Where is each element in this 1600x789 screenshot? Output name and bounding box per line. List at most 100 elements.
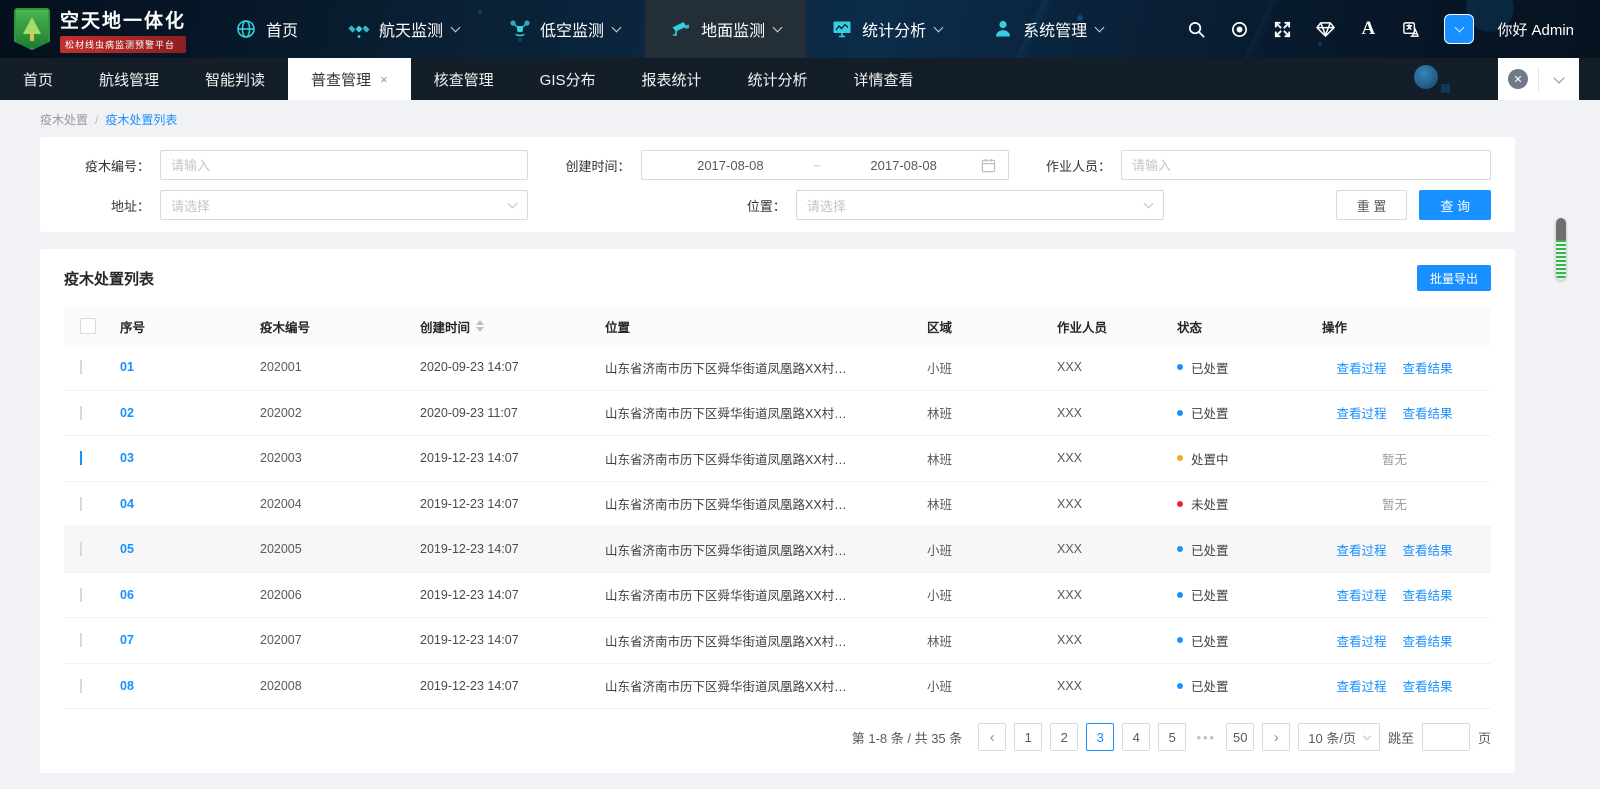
view-process-link[interactable]: 查看过程 xyxy=(1336,540,1386,559)
tab-4[interactable]: 普查管理× xyxy=(288,58,411,100)
user-avatar-button[interactable] xyxy=(1444,14,1474,44)
gem-icon[interactable] xyxy=(1315,19,1335,39)
row-checkbox[interactable] xyxy=(80,451,82,465)
page-button-1[interactable]: 1 xyxy=(1014,723,1042,751)
view-process-link[interactable]: 查看过程 xyxy=(1336,585,1386,604)
chevron-down-icon xyxy=(934,22,944,32)
row-checkbox[interactable] xyxy=(80,542,82,556)
seq-link[interactable]: 03 xyxy=(120,451,134,465)
reset-button[interactable]: 重 置 xyxy=(1336,190,1408,220)
row-actions: 查看过程查看结果 xyxy=(1322,676,1491,695)
filter-panel: 疫木编号： 创建时间： 2017-08-08 ~ 2017-08-08 作业人员… xyxy=(40,137,1515,232)
tab-3[interactable]: 智能判读 xyxy=(182,58,288,100)
location-cell: 山东省济南市历下区舜华街道凤凰路XX村… xyxy=(605,585,927,604)
chevron-down-icon xyxy=(1454,22,1464,32)
operator-cell: XXX xyxy=(1057,451,1177,465)
page-size-select[interactable]: 10 条/页 xyxy=(1298,723,1380,751)
row-checkbox[interactable] xyxy=(80,497,82,511)
tab-2[interactable]: 航线管理 xyxy=(76,58,182,100)
tab-close-icon[interactable]: × xyxy=(380,73,388,86)
checkbox-cell xyxy=(64,360,120,374)
search-button[interactable]: 查 询 xyxy=(1419,190,1491,220)
view-result-link[interactable]: 查看结果 xyxy=(1403,403,1453,422)
nav-item-label: 航天监测 xyxy=(379,17,443,41)
position-select[interactable]: 请选择 xyxy=(796,190,1164,220)
jump-page-input[interactable] xyxy=(1422,723,1470,751)
time-cell: 2020-09-23 14:07 xyxy=(420,360,605,374)
code-input-wrap xyxy=(160,150,528,180)
view-result-link[interactable]: 查看结果 xyxy=(1403,585,1453,604)
translate-icon[interactable] xyxy=(1401,19,1421,39)
tab-label: 智能判读 xyxy=(205,69,265,90)
seq-link[interactable]: 07 xyxy=(120,633,134,647)
next-page-button[interactable]: › xyxy=(1262,723,1290,751)
tab-1[interactable]: 首页 xyxy=(0,58,76,100)
page-button-4[interactable]: 4 xyxy=(1122,723,1150,751)
code-input[interactable] xyxy=(171,158,517,173)
search-icon[interactable] xyxy=(1186,19,1206,39)
address-select[interactable]: 请选择 xyxy=(160,190,528,220)
row-checkbox[interactable] xyxy=(80,360,82,374)
seq-link[interactable]: 04 xyxy=(120,497,134,511)
row-checkbox[interactable] xyxy=(80,633,82,647)
seq-link[interactable]: 01 xyxy=(120,360,134,374)
checkbox-cell xyxy=(64,588,120,602)
seq-link[interactable]: 08 xyxy=(120,679,134,693)
date-from-value[interactable]: 2017-08-08 xyxy=(654,158,808,173)
nav-item-label: 统计分析 xyxy=(862,17,926,41)
date-range-picker[interactable]: 2017-08-08 ~ 2017-08-08 xyxy=(641,150,1009,180)
sort-icon[interactable] xyxy=(476,320,484,332)
table-row: 022020022020-09-23 11:07山东省济南市历下区舜华街道凤凰路… xyxy=(64,391,1491,437)
date-to-value[interactable]: 2017-08-08 xyxy=(827,158,981,173)
view-process-link[interactable]: 查看过程 xyxy=(1336,631,1386,650)
view-process-link[interactable]: 查看过程 xyxy=(1336,403,1386,422)
seq-link[interactable]: 06 xyxy=(120,588,134,602)
batch-export-button[interactable]: 批量导出 xyxy=(1417,265,1491,291)
tab-menu-button[interactable] xyxy=(1539,58,1579,100)
nav-item-camera[interactable]: 地面监测 xyxy=(645,0,806,58)
fullscreen-icon[interactable] xyxy=(1272,19,1292,39)
tab-9[interactable]: 详情查看 xyxy=(831,58,937,100)
tab-6[interactable]: GIS分布 xyxy=(517,58,619,100)
page-button-50[interactable]: 50 xyxy=(1226,723,1254,751)
row-checkbox[interactable] xyxy=(80,406,82,420)
page-button-5[interactable]: 5 xyxy=(1158,723,1186,751)
table-row: 052020052019-12-23 14:07山东省济南市历下区舜华街道凤凰路… xyxy=(64,527,1491,573)
seq-cell: 04 xyxy=(120,497,260,511)
view-process-link[interactable]: 查看过程 xyxy=(1336,676,1386,695)
nav-item-user[interactable]: 系统管理 xyxy=(967,0,1128,58)
row-checkbox[interactable] xyxy=(80,679,82,693)
no-action-label: 暂无 xyxy=(1322,494,1491,513)
target-icon[interactable] xyxy=(1229,19,1249,39)
breadcrumb-current[interactable]: 疫木处置列表 xyxy=(105,111,177,128)
tab-7[interactable]: 报表统计 xyxy=(619,58,725,100)
select-all-checkbox[interactable] xyxy=(80,318,96,334)
tab-8[interactable]: 统计分析 xyxy=(725,58,831,100)
nav-item-monitor[interactable]: 统计分析 xyxy=(806,0,967,58)
pagination-ellipsis[interactable]: ••• xyxy=(1194,730,1218,745)
seq-link[interactable]: 02 xyxy=(120,406,134,420)
area-cell: 林班 xyxy=(927,494,1057,513)
font-size-icon[interactable]: A xyxy=(1358,19,1378,39)
prev-page-button[interactable]: ‹ xyxy=(978,723,1006,751)
status-dot xyxy=(1177,410,1183,416)
scrollbar-thumb[interactable] xyxy=(1556,218,1566,280)
page-button-2[interactable]: 2 xyxy=(1050,723,1078,751)
page-button-3[interactable]: 3 xyxy=(1086,723,1114,751)
view-result-link[interactable]: 查看结果 xyxy=(1403,676,1453,695)
nav-item-satellite[interactable]: 航天监测 xyxy=(323,0,484,58)
breadcrumb-parent[interactable]: 疫木处置 xyxy=(40,111,88,128)
nav-item-drone[interactable]: 低空监测 xyxy=(484,0,645,58)
view-process-link[interactable]: 查看过程 xyxy=(1336,358,1386,377)
close-all-tabs-button[interactable]: ✕ xyxy=(1498,58,1538,100)
view-result-link[interactable]: 查看结果 xyxy=(1403,631,1453,650)
seq-link[interactable]: 05 xyxy=(120,542,134,556)
nav-item-globe[interactable]: 首页 xyxy=(210,0,323,58)
nav-item-label: 首页 xyxy=(266,17,298,41)
row-checkbox[interactable] xyxy=(80,588,82,602)
code-cell: 202001 xyxy=(260,360,420,374)
view-result-link[interactable]: 查看结果 xyxy=(1403,540,1453,559)
tab-5[interactable]: 核查管理 xyxy=(411,58,517,100)
view-result-link[interactable]: 查看结果 xyxy=(1403,358,1453,377)
operator-input[interactable] xyxy=(1132,158,1480,173)
